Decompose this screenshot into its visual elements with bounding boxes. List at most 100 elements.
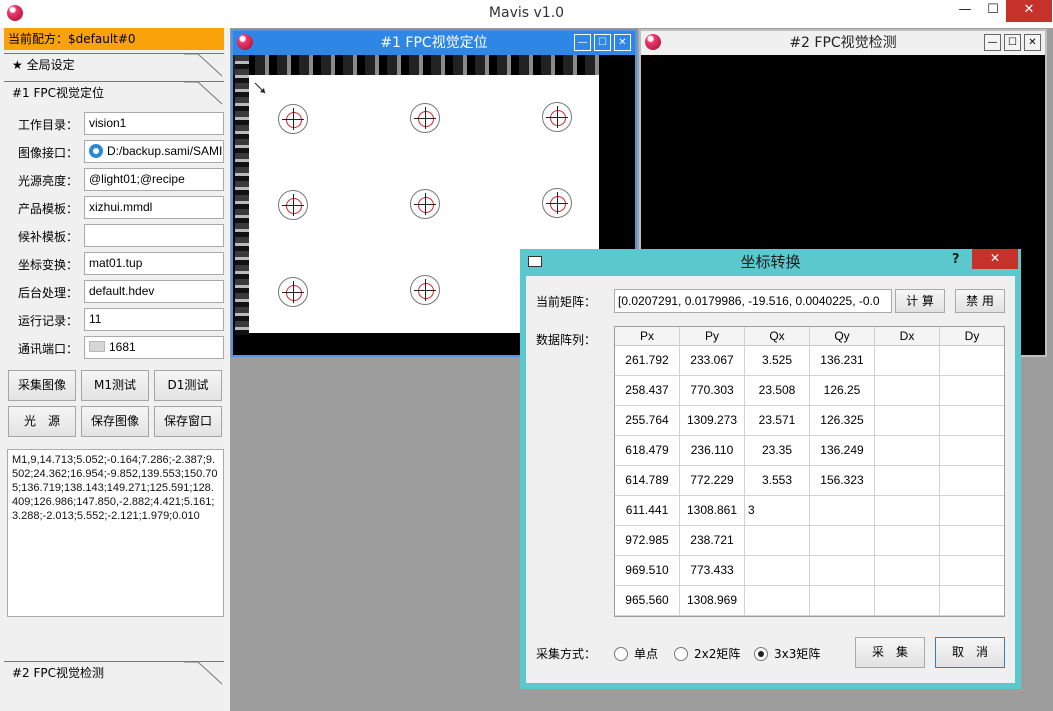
table-cell[interactable]: 23.35 [745,436,810,466]
table-cell[interactable] [940,436,1004,466]
table-cell[interactable]: 3.553 [745,466,810,496]
table-cell[interactable]: 773.433 [680,556,745,586]
cancel-button[interactable]: 取 消 [935,637,1005,668]
window-maximize-button[interactable]: ☐ [1004,34,1021,51]
column-header[interactable]: Qy [810,327,875,346]
table-cell[interactable]: 261.792 [615,346,680,376]
table-cell[interactable]: 23.508 [745,376,810,406]
table-cell[interactable]: 614.789 [615,466,680,496]
table-cell[interactable]: 611.441 [615,496,680,526]
backend-input[interactable]: default.hdev [84,280,224,303]
table-cell[interactable] [940,496,1004,526]
table-cell[interactable]: 618.479 [615,436,680,466]
comm-port-input[interactable]: 1681 [84,336,224,359]
table-cell[interactable] [940,556,1004,586]
table-cell[interactable] [875,346,940,376]
table-cell[interactable] [875,586,940,616]
table-cell[interactable]: 1308.861 [680,496,745,526]
table-cell[interactable] [875,406,940,436]
collect-button[interactable]: 采 集 [855,637,925,668]
help-button[interactable]: ? [952,252,960,267]
table-cell[interactable]: 136.231 [810,346,875,376]
dialog-close-button[interactable]: ✕ [972,249,1018,269]
table-cell[interactable]: 23.571 [745,406,810,436]
tab-global-settings[interactable]: ★ 全局设定 [4,53,224,77]
table-cell[interactable]: 238.721 [680,526,745,556]
data-table[interactable]: Px Py Qx Qy Dx Dy 261.792 233.067 3.525 … [614,326,1005,617]
disable-button[interactable]: 禁 用 [955,289,1005,313]
table-cell[interactable]: 1308.969 [680,586,745,616]
window-minimize-button[interactable]: — [984,34,1001,51]
m1-test-button[interactable]: M1测试 [81,370,149,401]
column-header[interactable]: Qx [745,327,810,346]
table-row: 261.792 233.067 3.525 136.231 [615,346,1004,376]
product-template-input[interactable]: xizhui.mmdl [84,196,224,219]
table-cell[interactable] [940,526,1004,556]
minimize-button[interactable]: — [952,0,978,22]
maximize-button[interactable]: ☐ [980,0,1006,22]
table-cell[interactable] [810,556,875,586]
table-cell[interactable] [810,586,875,616]
light-button[interactable]: 光 源 [8,406,76,437]
table-cell[interactable] [745,556,810,586]
table-cell[interactable] [810,526,875,556]
image-interface-input[interactable]: D:/backup.sami/SAMI [84,140,224,163]
table-cell[interactable] [875,556,940,586]
table-cell[interactable] [745,586,810,616]
table-cell[interactable]: 772.229 [680,466,745,496]
run-log-input[interactable]: 11 [84,308,224,331]
table-cell[interactable] [875,496,940,526]
window-minimize-button[interactable]: — [574,34,591,51]
mode-single-radio[interactable]: 单点 [614,645,658,662]
table-cell[interactable] [810,496,875,526]
table-cell[interactable] [745,526,810,556]
column-header[interactable]: Dy [940,327,1004,346]
save-image-button[interactable]: 保存图像 [81,406,149,437]
save-window-button[interactable]: 保存窗口 [154,406,222,437]
light-input[interactable]: @light01;@recipe [84,168,224,191]
table-cell[interactable] [875,376,940,406]
window-close-button[interactable]: ✕ [1024,34,1041,51]
capture-image-button[interactable]: 采集图像 [8,370,76,401]
d1-test-button[interactable]: D1测试 [154,370,222,401]
table-cell[interactable]: 236.110 [680,436,745,466]
table-cell[interactable]: 1309.273 [680,406,745,436]
tab-vision-locate[interactable]: #1 FPC视觉定位 [4,81,224,105]
table-cell[interactable]: 969.510 [615,556,680,586]
coord-transform-input[interactable]: mat01.tup [84,252,224,275]
table-cell[interactable]: 258.437 [615,376,680,406]
table-cell[interactable]: 965.560 [615,586,680,616]
table-cell[interactable] [940,406,1004,436]
table-cell[interactable]: 3.525 [745,346,810,376]
table-cell[interactable] [940,586,1004,616]
workdir-input[interactable]: vision1 [84,112,224,135]
table-cell-editing[interactable]: 3 [745,496,810,526]
table-cell[interactable]: 233.067 [680,346,745,376]
mode-2x2-radio[interactable]: 2x2矩阵 [674,645,740,662]
table-cell[interactable]: 126.25 [810,376,875,406]
close-button[interactable]: ✕ [1006,0,1052,22]
column-header[interactable]: Dx [875,327,940,346]
matrix-input[interactable]: [0.0207291, 0.0179986, -19.516, 0.004022… [614,289,892,313]
table-cell[interactable] [940,346,1004,376]
table-cell[interactable] [875,436,940,466]
table-cell[interactable] [875,526,940,556]
compute-button[interactable]: 计 算 [895,289,945,313]
table-cell[interactable] [940,466,1004,496]
table-cell[interactable]: 972.985 [615,526,680,556]
mode-3x3-radio[interactable]: 3x3矩阵 [754,645,820,662]
log-textarea[interactable]: M1,9,14.713;5.052;-0.164;7.286;-2.387;9.… [7,449,224,617]
table-cell[interactable]: 770.303 [680,376,745,406]
table-cell[interactable]: 255.764 [615,406,680,436]
tab-vision-inspect[interactable]: #2 FPC视觉检测 [4,661,224,685]
table-cell[interactable]: 136.249 [810,436,875,466]
window-maximize-button[interactable]: ☐ [594,34,611,51]
table-cell[interactable] [875,466,940,496]
table-cell[interactable]: 126.325 [810,406,875,436]
backup-template-input[interactable] [84,224,224,247]
window-close-button[interactable]: ✕ [614,34,631,51]
column-header[interactable]: Px [615,327,680,346]
column-header[interactable]: Py [680,327,745,346]
table-cell[interactable]: 156.323 [810,466,875,496]
table-cell[interactable] [940,376,1004,406]
